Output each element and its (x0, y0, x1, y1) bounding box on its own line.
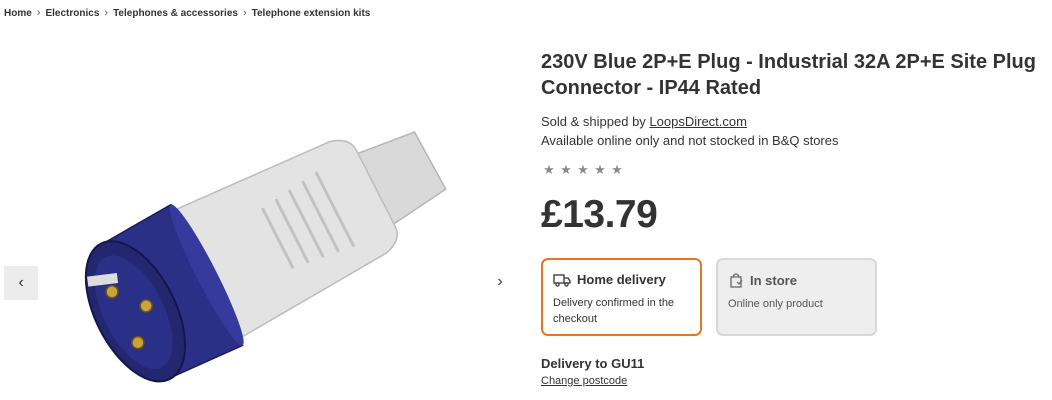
change-postcode-link[interactable]: Change postcode (541, 375, 627, 387)
home-delivery-option[interactable]: Home delivery Delivery confirmed in the … (541, 258, 702, 336)
star-icon: ★ (611, 162, 623, 177)
chevron-right-icon: › (497, 273, 503, 290)
star-icon: ★ (543, 162, 555, 177)
gallery-next-button[interactable]: › (488, 270, 512, 294)
availability-text: Available online only and not stocked in… (541, 133, 839, 148)
star-icon: ★ (577, 162, 589, 177)
fulfilment-options: Home delivery Delivery confirmed in the … (541, 258, 1041, 336)
chevron-right-icon: › (104, 7, 109, 19)
in-store-label: In store (750, 272, 797, 288)
shopping-bag-icon (730, 273, 743, 288)
sold-by-label: Sold & shipped by (541, 114, 646, 129)
chevron-right-icon: › (242, 7, 247, 19)
seller-line: Sold & shipped by LoopsDirect.com (541, 113, 1041, 131)
home-delivery-label: Home delivery (577, 272, 666, 287)
product-title: 230V Blue 2P+E Plug - Industrial 32A 2P+… (541, 51, 1036, 99)
chevron-left-icon: ‹ (18, 274, 24, 291)
breadcrumb: Home › Electronics › Telephones & access… (4, 7, 370, 19)
in-store-description: Online only product (728, 298, 823, 310)
product-info: 230V Blue 2P+E Plug - Industrial 32A 2P+… (541, 49, 1041, 389)
product-image (84, 131, 447, 383)
price: £13.79 (541, 193, 658, 236)
breadcrumb-electronics[interactable]: Electronics (45, 8, 99, 19)
in-store-option[interactable]: In store Online only product (716, 258, 877, 336)
breadcrumb-home[interactable]: Home (4, 8, 32, 19)
breadcrumb-telephones[interactable]: Telephones & accessories (113, 8, 238, 19)
breadcrumb-extension-kits[interactable]: Telephone extension kits (252, 8, 371, 19)
star-icon: ★ (594, 162, 606, 177)
truck-icon (553, 273, 571, 287)
home-delivery-description: Delivery confirmed in the checkout (553, 297, 675, 325)
star-rating[interactable]: ★ ★ ★ ★ ★ (541, 162, 1041, 178)
star-icon: ★ (560, 162, 572, 177)
delivery-location: Delivery to GU11 (541, 356, 645, 371)
product-gallery: ‹ › (0, 40, 520, 400)
gallery-prev-button[interactable]: ‹ (4, 266, 38, 300)
seller-link[interactable]: LoopsDirect.com (649, 114, 747, 129)
chevron-right-icon: › (36, 7, 41, 19)
